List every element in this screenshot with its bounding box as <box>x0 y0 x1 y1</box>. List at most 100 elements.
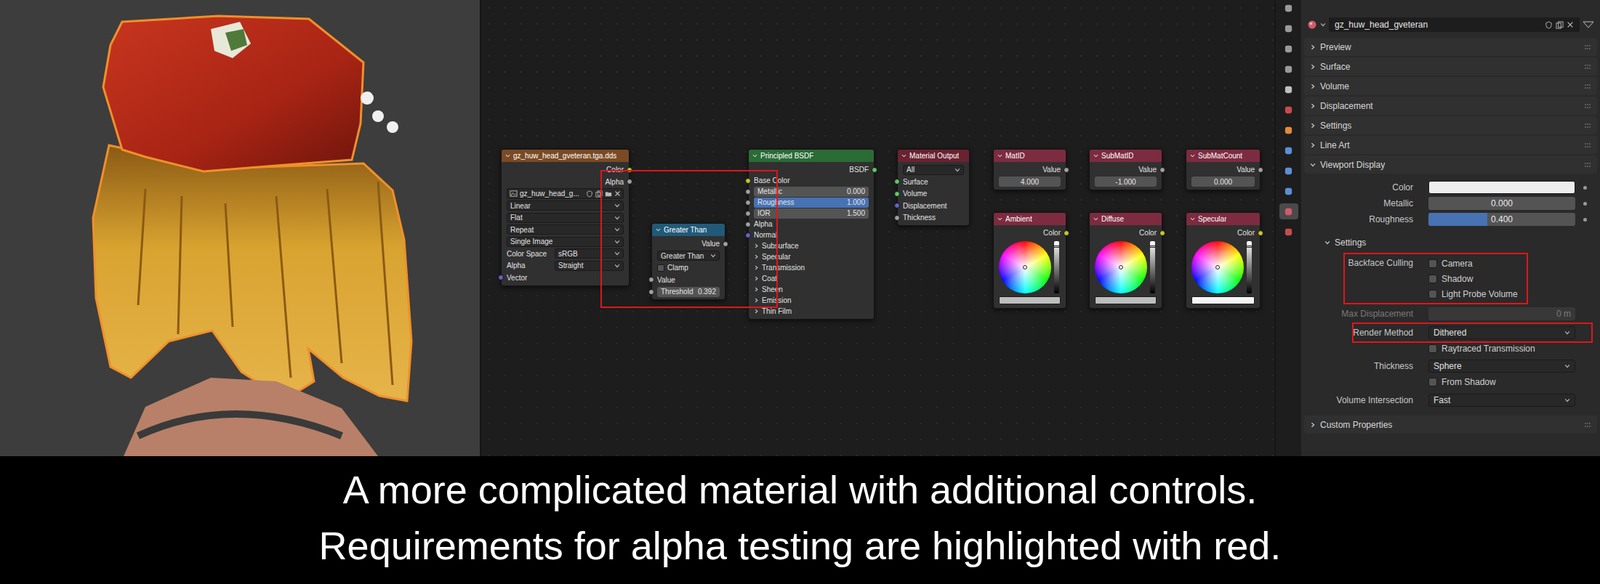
socket[interactable] <box>871 167 878 174</box>
dropdown[interactable]: Greater Than <box>657 250 720 261</box>
section-header[interactable]: Viewport Display <box>1304 155 1598 174</box>
material-name-field[interactable]: gz_huw_head_gveteran <box>1328 17 1580 32</box>
node[interactable]: SubMatCountValue0.000 <box>1185 149 1261 191</box>
socket[interactable] <box>626 167 633 174</box>
socket[interactable] <box>1257 167 1264 174</box>
section-header[interactable]: Custom Properties <box>1304 415 1598 434</box>
socket[interactable] <box>894 215 900 221</box>
socket[interactable] <box>1063 230 1070 237</box>
checkbox-row[interactable]: Light Probe Volume <box>1428 286 1518 302</box>
socket[interactable] <box>745 232 751 239</box>
dropdown[interactable]: Sphere <box>1428 359 1576 373</box>
dropdown[interactable]: Dithered <box>1428 326 1576 340</box>
slider[interactable]: 0.400 <box>1428 212 1576 227</box>
value-field[interactable]: Metallic0.000 <box>753 186 869 198</box>
color-swatch[interactable] <box>1094 296 1157 305</box>
node[interactable]: SpecularColor <box>1185 212 1261 309</box>
dropdown[interactable]: Single Image <box>506 236 624 248</box>
socket[interactable] <box>1159 167 1166 174</box>
properties-tab[interactable] <box>1279 40 1299 57</box>
node[interactable]: Greater ThanValueGreater ThanClampValueT… <box>651 223 726 301</box>
properties-tab[interactable] <box>1279 203 1299 220</box>
properties-tab[interactable] <box>1279 81 1299 98</box>
node[interactable]: SubMatIDValue-1.000 <box>1088 149 1163 191</box>
node-header[interactable]: SubMatCount <box>1186 149 1260 163</box>
section-header[interactable]: Volume <box>1304 77 1598 96</box>
value-bar[interactable] <box>1246 241 1252 294</box>
properties-tab[interactable] <box>1279 183 1299 200</box>
image-selector[interactable]: gz_huw_head_g... <box>506 188 624 200</box>
properties-tab[interactable] <box>1279 101 1299 118</box>
socket[interactable] <box>894 178 900 185</box>
slider[interactable]: 0.000 <box>1428 197 1576 211</box>
checkbox-row[interactable]: Camera <box>1428 255 1518 272</box>
node[interactable]: DiffuseColor <box>1088 212 1163 309</box>
socket[interactable] <box>497 274 504 281</box>
section-header[interactable]: Surface <box>1304 57 1598 76</box>
dropdown[interactable]: Straight <box>554 260 624 272</box>
color-swatch[interactable] <box>998 296 1061 305</box>
node[interactable]: Material OutputAllSurfaceVolumeDisplacem… <box>897 149 970 227</box>
node-editor[interactable]: gz_huw_head_gveteran.tga.ddsColorAlphagz… <box>481 0 1275 457</box>
color-wheel[interactable] <box>1094 241 1148 294</box>
color-wheel[interactable] <box>998 241 1052 294</box>
node-header[interactable]: Principled BSDF <box>748 149 874 163</box>
color-picker[interactable] <box>1191 239 1255 307</box>
keyframe-decorator[interactable] <box>1575 202 1595 206</box>
node-header[interactable]: SubMatID <box>1089 149 1162 163</box>
section-header[interactable]: Line Art <box>1304 135 1598 155</box>
node[interactable]: MatIDValue4.000 <box>993 149 1067 191</box>
socket[interactable] <box>1063 167 1070 174</box>
node-header[interactable]: Material Output <box>897 149 970 163</box>
socket[interactable] <box>626 178 633 185</box>
socket[interactable] <box>722 241 729 248</box>
color-wheel[interactable] <box>1191 241 1244 294</box>
node[interactable]: Principled BSDFBSDFBase ColorMetallic0.0… <box>748 149 875 320</box>
socket[interactable] <box>745 221 751 228</box>
node-header[interactable]: Greater Than <box>652 223 725 237</box>
color-picker[interactable] <box>1094 239 1157 307</box>
checkbox[interactable] <box>1428 274 1438 284</box>
color-swatch[interactable] <box>1191 296 1255 305</box>
checkbox[interactable] <box>1428 290 1438 299</box>
dropdown[interactable]: All <box>902 165 964 176</box>
checkbox[interactable] <box>1428 344 1438 354</box>
checkbox-row[interactable]: Shadow <box>1428 271 1518 287</box>
keyframe-decorator[interactable] <box>1575 218 1595 222</box>
properties-tab[interactable] <box>1279 162 1299 179</box>
value-bar[interactable] <box>1150 241 1156 294</box>
section-header[interactable]: Displacement <box>1304 96 1598 115</box>
dropdown[interactable]: Fast <box>1428 394 1576 408</box>
viewport[interactable] <box>0 0 480 457</box>
keyframe-decorator[interactable] <box>1575 186 1595 190</box>
properties-tab[interactable] <box>1279 20 1299 37</box>
properties-tab[interactable] <box>1279 0 1299 16</box>
dropdown[interactable]: sRGB <box>554 248 624 259</box>
socket[interactable] <box>648 276 655 283</box>
settings-subpanel-header[interactable]: Settings <box>1304 233 1598 252</box>
node-header[interactable]: gz_huw_head_gveteran.tga.dds <box>501 149 629 163</box>
color-field[interactable] <box>1428 181 1576 195</box>
checkbox-row[interactable]: Raytraced Transmission <box>1304 340 1598 357</box>
dropdown[interactable]: Repeat <box>506 224 624 235</box>
properties-tab[interactable] <box>1279 223 1299 240</box>
value-bar[interactable] <box>1054 241 1060 294</box>
properties-tab[interactable] <box>1279 122 1299 139</box>
properties-tab[interactable] <box>1279 142 1299 159</box>
socket[interactable] <box>648 289 655 296</box>
socket[interactable] <box>745 189 751 195</box>
node[interactable]: gz_huw_head_gveteran.tga.ddsColorAlphagz… <box>500 149 630 287</box>
section-header[interactable]: Settings <box>1304 116 1598 135</box>
value-field[interactable]: 4.000 <box>998 176 1061 187</box>
value-field[interactable]: IOR1.500 <box>753 208 869 219</box>
node-header[interactable]: Diffuse <box>1089 212 1162 226</box>
node-header[interactable]: Ambient <box>993 212 1066 226</box>
color-picker[interactable] <box>998 239 1061 307</box>
socket[interactable] <box>745 210 751 217</box>
socket[interactable] <box>894 202 900 209</box>
checkbox[interactable] <box>1428 259 1438 269</box>
properties-tab[interactable] <box>1279 61 1299 78</box>
socket[interactable] <box>894 191 900 198</box>
socket[interactable] <box>745 199 751 206</box>
socket[interactable] <box>1159 230 1166 237</box>
